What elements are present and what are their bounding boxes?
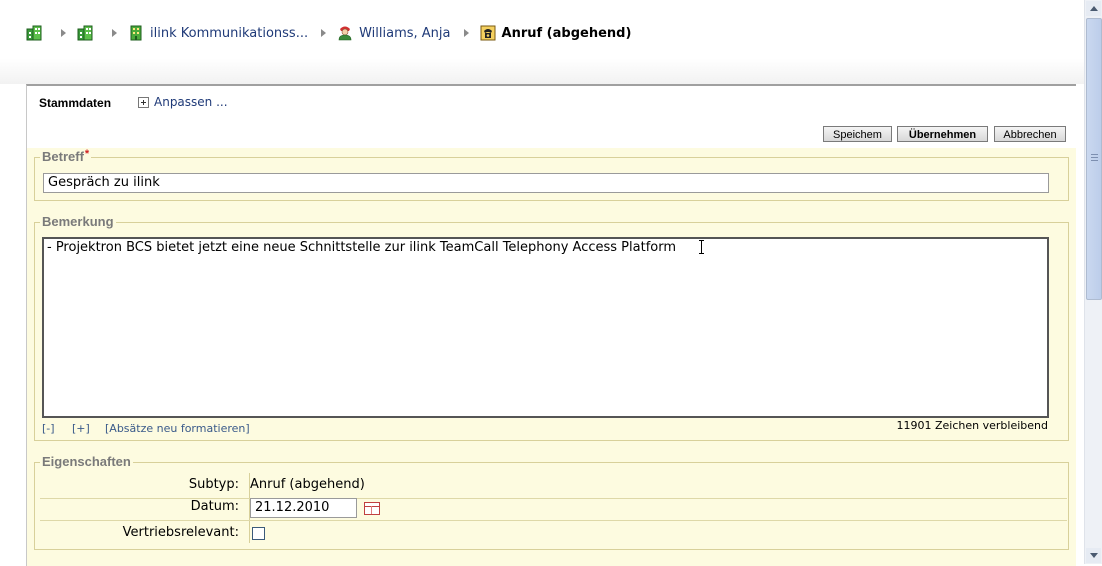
vertical-scrollbar[interactable] [1084,0,1102,564]
building-icon [130,25,142,41]
chevron-right-icon [112,29,117,37]
expand-link[interactable]: [+] [72,422,90,435]
required-marker: * [84,148,90,160]
building-icon [26,25,42,41]
reformat-link[interactable]: [Absätze neu formatieren] [105,422,250,435]
action-toolbar: Speichem Übernehmen Abbrechen [27,126,1076,148]
header-bar: ilink Kommunikationss... Williams, Anja … [0,0,1085,84]
person-icon [338,26,352,41]
text-cursor-icon [699,240,704,254]
panel-header: Stammdaten Anpassen ... [27,86,1076,126]
eigenschaften-legend: Eigenschaften [40,454,133,469]
vertrieb-checkbox[interactable] [252,527,265,540]
grip-line [1091,160,1098,161]
datum-row: Datum: 21.12.2010 [40,495,1067,521]
grip-line [1091,154,1098,155]
breadcrumb-item-building-1[interactable] [26,25,48,41]
datum-label: Datum: [190,499,239,514]
subtyp-label: Subtyp: [188,477,239,492]
bemerkung-textarea[interactable]: - Projektron BCS bietet jetzt eine neue … [42,237,1049,418]
anpassen-link[interactable]: Anpassen ... [138,95,228,109]
scroll-thumb[interactable] [1086,18,1102,300]
anpassen-label: Anpassen ... [154,95,228,109]
betreff-label: Betreff [42,149,84,164]
scroll-up-icon[interactable] [1086,1,1101,16]
page-title: Anruf (abgehend) [501,25,632,41]
breadcrumb: ilink Kommunikationss... Williams, Anja … [26,22,631,44]
calendar-icon[interactable] [364,502,380,515]
betreff-group: Betreff* Gespräch zu ilink [34,148,1069,201]
form-panel: Stammdaten Anpassen ... Speichem Überneh… [26,84,1076,566]
collapse-link[interactable]: [-] [42,422,55,435]
tab-stammdaten[interactable]: Stammdaten [39,96,111,110]
phone-icon [480,25,496,41]
chevron-right-icon [321,29,327,37]
scroll-down-icon[interactable] [1086,548,1101,563]
breadcrumb-item-building-2[interactable] [77,25,99,41]
bemerkung-legend: Bemerkung [40,214,116,229]
chevron-right-icon [61,29,66,37]
vertrieb-label: Vertriebsrelevant: [122,525,239,540]
save-button[interactable]: Speichem [823,126,892,142]
breadcrumb-item-person[interactable]: Williams, Anja [337,25,451,41]
grip-line [1091,157,1098,158]
breadcrumb-item-company[interactable]: ilink Kommunikationss... [128,25,308,41]
cancel-button[interactable]: Abbrechen [994,126,1066,142]
subtyp-value: Anruf (abgehend) [250,477,365,492]
chars-remaining: 11901 Zeichen verbleibend [896,419,1048,432]
betreff-legend: Betreff* [40,148,92,164]
breadcrumb-item-current: Anruf (abgehend) [480,25,632,41]
datum-input[interactable]: 21.12.2010 [250,498,357,518]
building-icon [77,25,93,41]
breadcrumb-label: Williams, Anja [359,25,451,41]
apply-button[interactable]: Übernehmen [897,126,988,142]
chevron-right-icon [463,29,469,37]
eigenschaften-group: Eigenschaften Subtyp: Anruf (abgehend) D… [34,454,1069,550]
vertrieb-row: Vertriebsrelevant: [40,521,1067,546]
betreff-input[interactable]: Gespräch zu ilink [43,173,1049,193]
breadcrumb-label: ilink Kommunikationss... [150,25,309,41]
bemerkung-text: - Projektron BCS bietet jetzt eine neue … [47,240,677,255]
expand-plus-icon [138,96,149,108]
bemerkung-group: Bemerkung - Projektron BCS bietet jetzt … [34,214,1069,441]
